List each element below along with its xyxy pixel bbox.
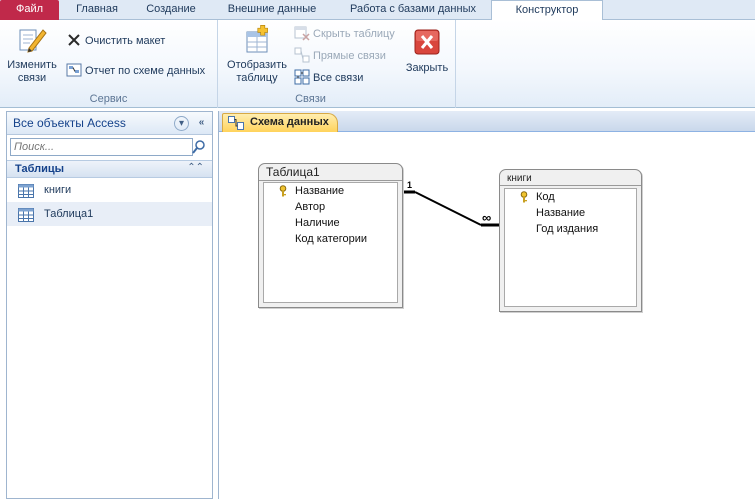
relation-report-label: Отчет по схеме данных: [85, 65, 206, 77]
field-name: Название: [295, 185, 345, 197]
field-row[interactable]: Наличие: [264, 215, 397, 231]
all-relations-button[interactable]: Все связи: [294, 69, 363, 87]
show-table-icon: [241, 24, 273, 56]
ribbon-tab-strip: Файл Главная Создание Внешние данные Раб…: [0, 0, 755, 21]
edit-relations-label: Изменить связи: [7, 59, 57, 84]
document-tab-label: Схема данных: [250, 116, 329, 128]
relation-report-button[interactable]: Отчет по схеме данных: [66, 62, 205, 80]
close-button[interactable]: Закрыть: [402, 24, 452, 74]
field-row[interactable]: Название: [505, 205, 636, 221]
tab-database-tools[interactable]: Работа с базами данных: [336, 0, 490, 20]
show-table-label: Отобразить таблицу: [227, 59, 287, 84]
chevron-down-icon[interactable]: ▾: [174, 116, 189, 131]
group-label-relations: Связи: [295, 93, 326, 105]
field-name: Автор: [295, 201, 326, 213]
edit-relations-icon: [16, 24, 48, 56]
ribbon-group-service: Изменить связи Очистить макет Отчет по с…: [0, 20, 218, 108]
field-name: Наличие: [295, 217, 340, 229]
field-row[interactable]: Название: [264, 183, 397, 199]
key-icon: [519, 191, 529, 203]
table-box-knigi[interactable]: книги Код Название Год издания: [499, 169, 642, 312]
table-field-list: Код Название Год издания: [504, 188, 637, 307]
collapse-pane-icon[interactable]: «: [194, 116, 209, 131]
navigation-pane: Все объекты Access ▾ « Таблицы ⌃⌃ кни: [6, 111, 213, 499]
ribbon: Изменить связи Очистить макет Отчет по с…: [0, 20, 755, 108]
hide-table-button[interactable]: Скрыть таблицу: [294, 25, 395, 43]
field-row[interactable]: Код категории: [264, 231, 397, 247]
close-red-icon: [411, 24, 443, 56]
field-name: Код: [536, 191, 555, 203]
field-name: Год издания: [536, 223, 599, 235]
group-label-service: Сервис: [89, 93, 128, 105]
tab-home[interactable]: Главная: [62, 0, 132, 20]
search-icon[interactable]: [191, 139, 207, 155]
nav-item-knigi[interactable]: книги: [7, 178, 212, 202]
tab-file[interactable]: Файл: [0, 0, 59, 20]
table-box-title[interactable]: книги: [500, 170, 641, 186]
table-icon: [18, 207, 34, 222]
tab-relationship-schema[interactable]: Схема данных: [222, 113, 338, 132]
nav-group-tables[interactable]: Таблицы ⌃⌃: [7, 160, 212, 178]
nav-search-box: [10, 138, 209, 156]
all-relations-icon: [294, 69, 310, 85]
table-field-list: Название Автор Наличие Код категории: [263, 182, 398, 303]
tab-constructor[interactable]: Конструктор: [491, 0, 603, 21]
nav-header: Все объекты Access ▾ «: [7, 112, 212, 135]
search-input[interactable]: [10, 138, 193, 156]
relationship-canvas[interactable]: 1 ∞ Таблица1 Название Автор Наличие Код …: [219, 133, 755, 499]
table-icon: [18, 183, 34, 198]
nav-title[interactable]: Все объекты Access: [13, 116, 126, 130]
field-row[interactable]: Год издания: [505, 221, 636, 237]
nav-item-tablica1[interactable]: Таблица1: [7, 202, 212, 226]
relation-one-label: 1: [407, 180, 413, 190]
hide-table-label: Скрыть таблицу: [313, 28, 395, 40]
relationships-icon: [228, 116, 244, 130]
document-area: Схема данных 1 ∞ Таблица1 Название Автор: [218, 111, 755, 499]
hide-table-icon: [294, 25, 310, 41]
direct-relations-button[interactable]: Прямые связи: [294, 47, 386, 65]
close-label: Закрыть: [405, 62, 449, 74]
direct-relations-icon: [294, 47, 310, 63]
nav-item-label: Таблица1: [44, 208, 94, 220]
field-row[interactable]: Код: [505, 189, 636, 205]
ribbon-group-relations: Отобразить таблицу Скрыть таблицу Прямые…: [218, 20, 456, 108]
tab-external-data[interactable]: Внешние данные: [210, 0, 334, 20]
clear-layout-button[interactable]: Очистить макет: [66, 32, 165, 50]
table-box-title[interactable]: Таблица1: [259, 164, 402, 181]
direct-relations-label: Прямые связи: [313, 50, 386, 62]
nav-item-label: книги: [44, 184, 72, 196]
key-icon: [278, 185, 288, 197]
close-x-icon: [66, 32, 82, 48]
tab-create[interactable]: Создание: [134, 0, 208, 20]
edit-relations-button[interactable]: Изменить связи: [5, 24, 59, 85]
field-name: Код категории: [295, 233, 368, 245]
field-name: Название: [536, 207, 586, 219]
report-icon: [66, 62, 82, 78]
all-relations-label: Все связи: [313, 72, 364, 84]
nav-group-label: Таблицы: [15, 163, 64, 175]
relation-many-label: ∞: [482, 210, 492, 225]
chevron-up-icon[interactable]: ⌃⌃: [187, 162, 204, 173]
document-tab-bar: Схема данных: [219, 111, 755, 132]
table-box-tablica1[interactable]: Таблица1 Название Автор Наличие Код кате…: [258, 163, 403, 308]
show-table-button[interactable]: Отобразить таблицу: [223, 24, 291, 85]
field-row[interactable]: Автор: [264, 199, 397, 215]
clear-layout-label: Очистить макет: [85, 35, 166, 47]
